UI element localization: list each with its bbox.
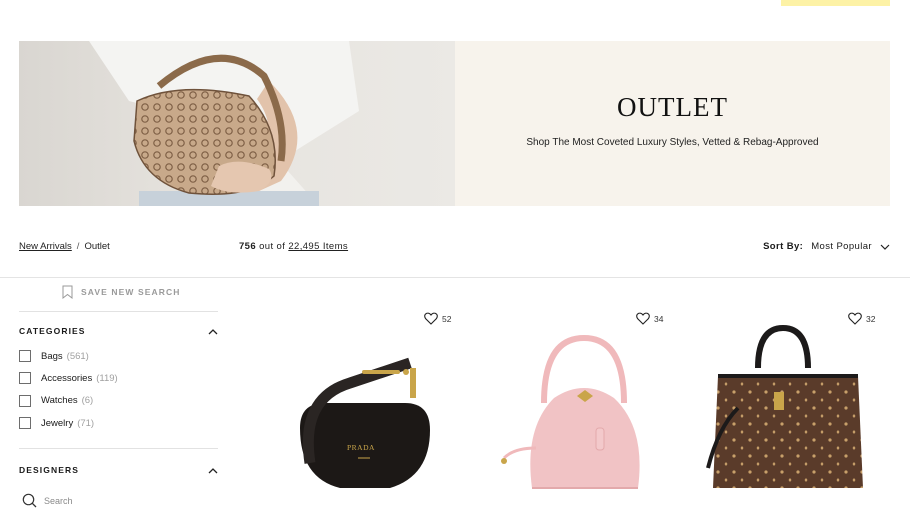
designers-title: DESIGNERS xyxy=(19,465,79,475)
category-count: (6) xyxy=(81,395,94,407)
hero-copy-panel: OUTLET Shop The Most Coveted Luxury Styl… xyxy=(455,41,890,206)
heart-icon xyxy=(424,312,438,325)
checkbox[interactable] xyxy=(19,350,31,363)
category-label: Watches xyxy=(41,395,78,407)
hero-image xyxy=(19,41,455,206)
results-total-link[interactable]: 22,495 Items xyxy=(288,241,348,252)
save-search-label: SAVE NEW SEARCH xyxy=(81,287,181,297)
designers-header[interactable]: DESIGNERS xyxy=(19,465,218,475)
category-count: (119) xyxy=(96,372,118,384)
hero-photo xyxy=(89,41,359,206)
designer-search-input[interactable]: Search xyxy=(22,493,73,508)
favorite-count: 34 xyxy=(654,313,664,324)
designer-search-placeholder: Search xyxy=(44,495,73,506)
sidebar-divider xyxy=(19,448,218,449)
chevron-up-icon xyxy=(208,328,218,334)
category-label: Bags xyxy=(41,350,63,362)
promo-banner-accent[interactable] xyxy=(781,0,890,6)
category-item-jewelry[interactable]: Jewelry (71) xyxy=(19,412,118,434)
product-card[interactable]: 52 PRADA xyxy=(270,308,470,511)
checkbox[interactable] xyxy=(19,372,31,385)
favorite-button[interactable]: 34 xyxy=(636,312,663,325)
product-card[interactable]: 34 xyxy=(484,308,684,511)
results-middle: out of xyxy=(259,241,286,252)
heart-icon xyxy=(636,312,650,325)
breadcrumb-link-new-arrivals[interactable]: New Arrivals xyxy=(19,241,72,252)
chevron-down-icon xyxy=(880,244,890,250)
product-image-prada-dome xyxy=(501,334,640,489)
bookmark-icon xyxy=(62,285,73,299)
product-image-prada-saddle xyxy=(300,357,430,488)
breadcrumb: New Arrivals / Outlet xyxy=(19,241,110,252)
category-count: (71) xyxy=(77,417,95,429)
heart-icon xyxy=(848,312,862,325)
chevron-up-icon xyxy=(208,467,218,473)
checkbox[interactable] xyxy=(19,417,31,430)
category-count: (561) xyxy=(66,350,89,362)
categories-title: CATEGORIES xyxy=(19,326,86,336)
category-label: Jewelry xyxy=(41,417,74,429)
hero-banner: OUTLET Shop The Most Coveted Luxury Styl… xyxy=(19,41,890,206)
filter-sidebar: SAVE NEW SEARCH CATEGORIES Bags (561) Ac… xyxy=(19,278,218,511)
save-search-button[interactable]: SAVE NEW SEARCH xyxy=(62,285,180,299)
categories-header[interactable]: CATEGORIES xyxy=(19,326,218,336)
favorite-button[interactable]: 52 xyxy=(424,312,451,325)
breadcrumb-separator: / xyxy=(76,241,80,252)
breadcrumb-current: Outlet xyxy=(84,241,110,252)
favorite-button[interactable]: 32 xyxy=(848,312,875,325)
favorite-count: 52 xyxy=(442,313,452,324)
category-label: Accessories xyxy=(41,372,93,384)
sort-label: Sort By: xyxy=(763,241,804,252)
prada-logo: PRADA xyxy=(347,443,375,452)
hero-title: OUTLET xyxy=(617,91,728,122)
sort-value: Most Popular xyxy=(811,241,872,252)
favorite-count: 32 xyxy=(866,313,876,324)
hero-subtitle: Shop The Most Coveted Luxury Styles, Vet… xyxy=(526,136,819,148)
sidebar-divider xyxy=(19,311,218,312)
category-list: Bags (561) Accessories (119) Watches (6)… xyxy=(19,345,118,434)
category-item-watches[interactable]: Watches (6) xyxy=(19,390,118,412)
category-item-bags[interactable]: Bags (561) xyxy=(19,345,118,367)
sort-dropdown[interactable]: Sort By: Most Popular xyxy=(763,241,890,252)
results-shown: 756 xyxy=(239,241,257,252)
product-image-lv-tote xyxy=(706,324,863,488)
checkbox[interactable] xyxy=(19,394,31,407)
search-icon xyxy=(22,493,37,508)
results-toolbar: New Arrivals / Outlet 756 out of 22,495 It… xyxy=(19,241,890,255)
product-card[interactable]: 32 xyxy=(698,308,898,511)
results-count: 756 out of 22,495 Items xyxy=(239,241,348,252)
category-item-accessories[interactable]: Accessories (119) xyxy=(19,367,118,389)
